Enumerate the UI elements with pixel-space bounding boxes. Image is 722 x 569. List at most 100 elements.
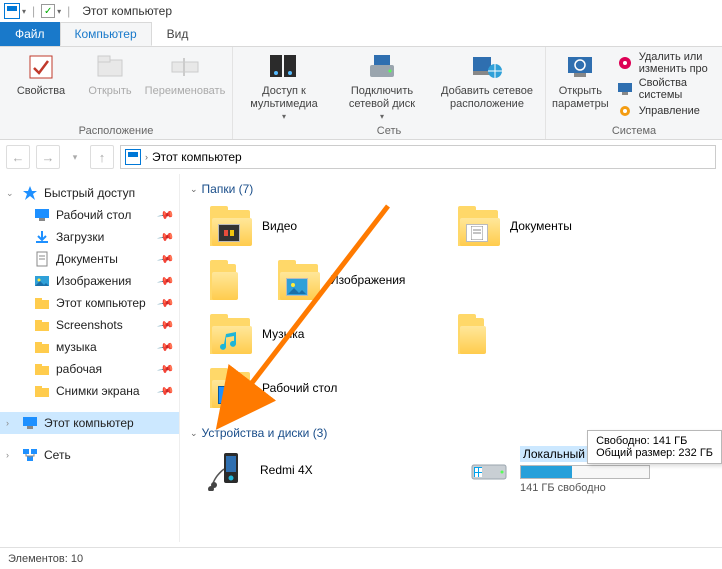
open-settings-button[interactable]: Открыть параметры xyxy=(552,51,609,110)
chevron-right-icon[interactable]: › xyxy=(6,450,16,460)
properties-button[interactable]: Свойства xyxy=(6,51,76,98)
sidebar-network[interactable]: › Сеть xyxy=(0,444,179,466)
sidebar: ⌄ Быстрый доступ Рабочий стол 📌 Загрузки… xyxy=(0,174,180,542)
disk-free-text: 141 ГБ свободно xyxy=(520,482,650,494)
folder-label: Рабочий стол xyxy=(262,381,337,395)
breadcrumb-label: Этот компьютер xyxy=(152,150,242,164)
folder-icon xyxy=(208,368,252,408)
sidebar-item-music[interactable]: музыка 📌 xyxy=(0,336,179,358)
nav-history-dropdown[interactable]: ▾ xyxy=(66,145,84,169)
tab-computer[interactable]: Компьютер xyxy=(60,22,152,46)
add-location-button[interactable]: Добавить сетевое расположение xyxy=(435,51,539,110)
sidebar-this-pc[interactable]: › Этот компьютер xyxy=(0,412,179,434)
sidebar-item-screenshots[interactable]: Screenshots 📌 xyxy=(0,314,179,336)
folder-partial-2[interactable] xyxy=(456,310,496,358)
chevron-right-icon[interactable]: › xyxy=(6,418,16,428)
rename-button: Переименовать xyxy=(144,51,226,98)
sidebar-item-label: Загрузки xyxy=(56,230,104,244)
statusbar: Элементов: 10 xyxy=(0,547,722,569)
folders-section-header[interactable]: ⌄ Папки (7) xyxy=(190,182,722,196)
nav-up-button[interactable]: ↑ xyxy=(90,145,114,169)
sidebar-item-this-pc[interactable]: Этот компьютер 📌 xyxy=(0,292,179,314)
sidebar-item-pictures[interactable]: Изображения 📌 xyxy=(0,270,179,292)
folder-pictures[interactable]: Изображения xyxy=(276,256,496,304)
window-title: Этот компьютер xyxy=(82,4,172,18)
system-icon[interactable] xyxy=(4,3,20,19)
folders-grid: Видео Документы Изображения Музыка xyxy=(190,202,722,412)
sidebar-item-downloads[interactable]: Загрузки 📌 xyxy=(0,226,179,248)
sidebar-item-label: Изображения xyxy=(56,274,131,288)
pin-icon: 📌 xyxy=(157,294,176,313)
pin-icon: 📌 xyxy=(157,360,176,379)
quick-access-toolbar: ▾ | ✓ ▾ | xyxy=(4,3,74,19)
desktop-icon xyxy=(34,207,50,223)
map-drive-button[interactable]: Подключить сетевой диск ▾ xyxy=(337,51,427,121)
pc-icon xyxy=(22,415,38,431)
pin-icon: 📌 xyxy=(157,316,176,335)
sidebar-item-screencaps[interactable]: Снимки экрана 📌 xyxy=(0,380,179,402)
properties-label: Свойства xyxy=(17,85,65,98)
tab-view[interactable]: Вид xyxy=(152,22,204,46)
network-label: Сеть xyxy=(44,448,71,462)
media-access-button[interactable]: Доступ к мультимедиа ▾ xyxy=(239,51,329,121)
folder-label: Видео xyxy=(262,219,297,233)
sidebar-item-label: музыка xyxy=(56,340,97,354)
folder-icon xyxy=(208,314,252,354)
ribbon-tabs: Файл Компьютер Вид xyxy=(0,22,722,46)
folder-videos[interactable]: Видео xyxy=(208,202,428,250)
ribbon: Свойства Открыть Переименовать Расположе… xyxy=(0,46,722,140)
pin-icon: 📌 xyxy=(157,250,176,269)
open-icon xyxy=(94,51,126,83)
sidebar-quick-access[interactable]: ⌄ Быстрый доступ xyxy=(0,182,179,204)
folder-documents[interactable]: Документы xyxy=(456,202,676,250)
sidebar-item-work[interactable]: рабочая 📌 xyxy=(0,358,179,380)
folder-icon xyxy=(456,314,486,354)
nav-forward-button[interactable]: → xyxy=(36,145,60,169)
qat-dropdown-icon[interactable]: ▾ xyxy=(22,7,26,16)
device-phone[interactable]: Redmi 4X xyxy=(208,446,428,494)
sidebar-item-label: Снимки экрана xyxy=(56,384,140,398)
nav-back-button[interactable]: ← xyxy=(6,145,30,169)
pin-icon: 📌 xyxy=(157,272,176,291)
breadcrumb[interactable]: › Этот компьютер xyxy=(120,145,716,169)
status-count: Элементов: 10 xyxy=(8,553,83,565)
chevron-right-icon[interactable]: › xyxy=(145,152,148,162)
manage-button[interactable]: Управление xyxy=(617,103,716,119)
sidebar-item-desktop[interactable]: Рабочий стол 📌 xyxy=(0,204,179,226)
chevron-down-icon: ⌄ xyxy=(190,428,198,439)
drive-icon xyxy=(366,51,398,83)
star-icon xyxy=(22,185,38,201)
dropdown-icon: ▾ xyxy=(380,112,384,121)
sidebar-item-label: Рабочий стол xyxy=(56,208,131,222)
separator: | xyxy=(32,4,35,18)
folders-header-label: Папки (7) xyxy=(202,182,254,196)
pin-icon: 📌 xyxy=(157,228,176,247)
sidebar-item-label: Этот компьютер xyxy=(56,296,146,310)
settings-icon xyxy=(564,51,596,83)
sidebar-item-label: Документы xyxy=(56,252,118,266)
sidebar-item-documents[interactable]: Документы 📌 xyxy=(0,248,179,270)
group-label-system: Система xyxy=(552,125,716,137)
folder-music[interactable]: Музыка xyxy=(208,310,428,358)
globe-drive-icon xyxy=(471,51,503,83)
uninstall-program-button[interactable]: Удалить или изменить про xyxy=(617,51,716,75)
folder-icon xyxy=(208,260,238,300)
media-icon xyxy=(268,51,300,83)
folder-desktop[interactable]: Рабочий стол xyxy=(208,364,428,412)
system-small-buttons: Удалить или изменить про Свойства систем… xyxy=(617,51,716,119)
properties-icon xyxy=(25,51,57,83)
tab-file[interactable]: Файл xyxy=(0,22,60,46)
rename-icon xyxy=(169,51,201,83)
folder-label: Документы xyxy=(510,219,572,233)
sidebar-item-label: рабочая xyxy=(56,362,102,376)
qat-dropdown-icon[interactable]: ▾ xyxy=(57,7,61,16)
devices-header-label: Устройства и диски (3) xyxy=(202,426,328,440)
sidebar-item-label: Screenshots xyxy=(56,318,123,332)
monitor-icon xyxy=(617,81,633,97)
qat-checkbox-icon[interactable]: ✓ xyxy=(41,4,55,18)
chevron-down-icon[interactable]: ⌄ xyxy=(6,188,16,199)
chevron-down-icon: ⌄ xyxy=(190,184,198,195)
folder-partial[interactable] xyxy=(208,256,248,304)
system-properties-button[interactable]: Свойства системы xyxy=(617,77,716,101)
folder-icon xyxy=(34,317,50,333)
